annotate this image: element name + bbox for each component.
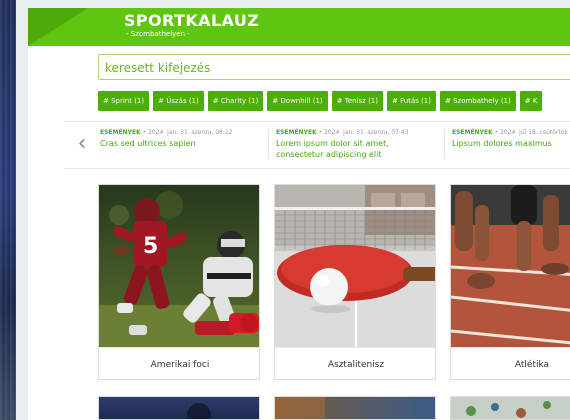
- american-football-photo[interactable]: 5: [99, 185, 259, 347]
- news-date: 2024. júl 18. csütörtök: [500, 129, 568, 136]
- background-photo-strip: [0, 0, 16, 420]
- news-meta: ESEMÉNYEK • 2024. júl 18. csütörtök: [452, 129, 570, 136]
- header-slant: [28, 8, 88, 46]
- news-category: ESEMÉNYEK: [452, 129, 493, 136]
- tag-uszas[interactable]: # Úszás (1): [153, 91, 204, 111]
- site-logo[interactable]: SPORTKALAUZ: [124, 11, 259, 30]
- site-header: SPORTKALAUZ - Szombathelyen -: [28, 8, 570, 46]
- tag-sprint[interactable]: # Sprint (1): [98, 91, 150, 111]
- card-photo: [275, 397, 325, 419]
- sport-card[interactable]: [450, 396, 570, 420]
- news-title[interactable]: Lorem ipsum dolor sit amet, consectetur …: [276, 138, 438, 160]
- news-meta: ESEMÉNYEK • 2024. jan. 31. szerda, 07:43: [276, 129, 438, 136]
- svg-text:5: 5: [143, 234, 158, 259]
- site-subtitle: - Szombathelyen -: [126, 30, 190, 38]
- news-meta: ESEMÉNYEK • 2024. jan. 31. szerda, 08:12: [100, 129, 260, 136]
- news-date: 2024. jan. 31. szerda, 07:43: [324, 129, 409, 136]
- news-item[interactable]: ESEMÉNYEK • 2024. jan. 31. szerda, 07:43…: [276, 129, 438, 160]
- chevron-left-icon[interactable]: ‹: [72, 131, 92, 159]
- athletics-photo[interactable]: [451, 185, 570, 347]
- tag-charity[interactable]: # Charity (1): [207, 91, 264, 111]
- news-title[interactable]: Cras sed ultrices sapien: [100, 138, 260, 149]
- tag-futas[interactable]: # Futás (1): [386, 91, 436, 111]
- news-category: ESEMÉNYEK: [100, 129, 141, 136]
- news-title[interactable]: Lipsum dolores maximus: [452, 138, 570, 149]
- news-item[interactable]: ESEMÉNYEK • 2024. jan. 31. szerda, 08:12…: [100, 129, 260, 149]
- tag-tenisz[interactable]: # Tenisz (1): [331, 91, 383, 111]
- table-tennis-photo[interactable]: [275, 185, 435, 347]
- card-label[interactable]: Atlétika: [451, 347, 570, 379]
- search-box[interactable]: [98, 54, 570, 80]
- search-input[interactable]: [105, 59, 565, 77]
- news-item[interactable]: ESEMÉNYEK • 2024. júl 18. csütörtök Lips…: [452, 129, 570, 149]
- page: SPORTKALAUZ - Szombathelyen - # Sprint (…: [28, 8, 570, 420]
- news-ticker: ‹ ESEMÉNYEK • 2024. jan. 31. szerda, 08:…: [64, 121, 570, 169]
- divider: [444, 129, 445, 159]
- sport-card[interactable]: [274, 396, 436, 420]
- card-photo: [466, 401, 551, 418]
- tag-list: # Sprint (1) # Úszás (1) # Charity (1) # Do…: [98, 91, 546, 111]
- sport-card[interactable]: [98, 396, 260, 420]
- divider: [268, 129, 269, 159]
- tag-k[interactable]: # K: [519, 91, 543, 111]
- news-category: ESEMÉNYEK: [276, 129, 317, 136]
- card-photo: [187, 403, 211, 419]
- sport-card[interactable]: Asztalitenisz: [274, 184, 436, 380]
- sport-card[interactable]: Atlétika: [450, 184, 570, 380]
- tag-downhill[interactable]: # Downhill (1): [267, 91, 328, 111]
- sport-card[interactable]: 5 Amerikai foci: [98, 184, 260, 380]
- tag-szombathely[interactable]: # Szombathely (1): [439, 91, 516, 111]
- card-label[interactable]: Asztalitenisz: [275, 347, 435, 379]
- card-label[interactable]: Amerikai foci: [99, 347, 259, 379]
- news-date: 2024. jan. 31. szerda, 08:12: [148, 129, 233, 136]
